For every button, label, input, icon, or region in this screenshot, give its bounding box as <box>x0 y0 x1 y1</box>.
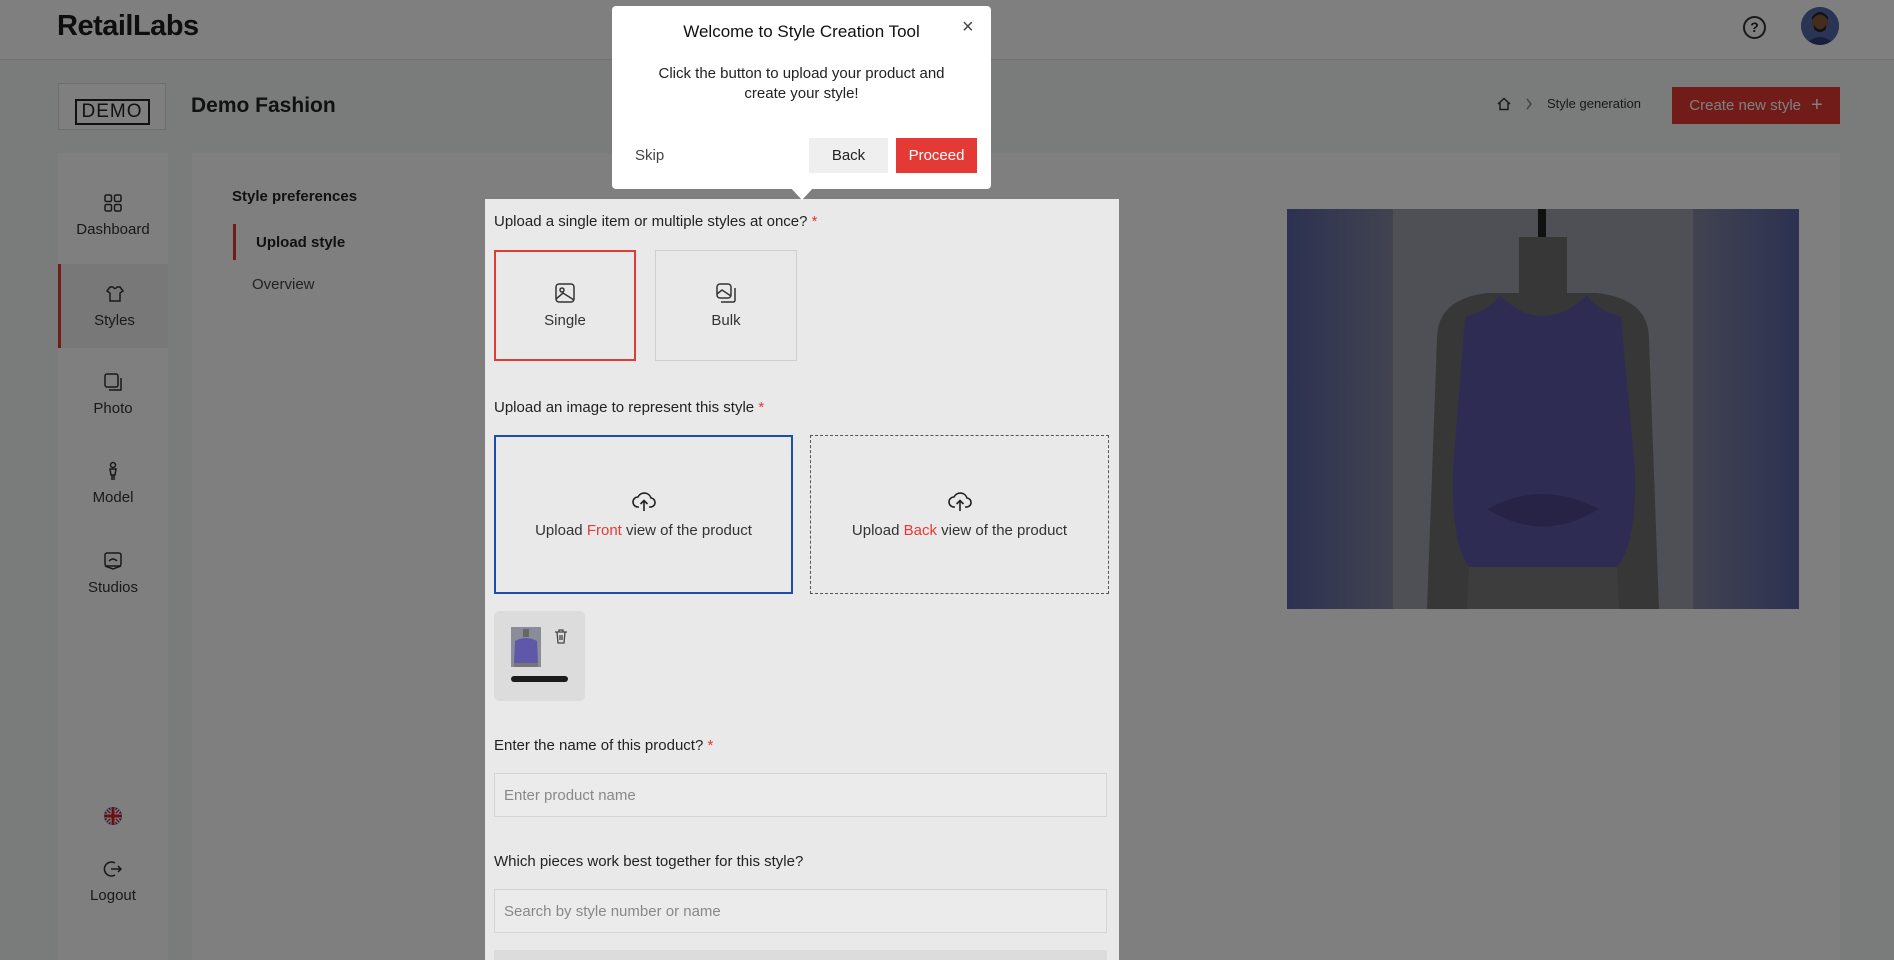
bulk-option-card[interactable]: Bulk <box>655 250 797 361</box>
style-search-input[interactable]: Search by style number or name <box>494 889 1107 933</box>
image-icon <box>555 283 575 303</box>
upload-back-text: Upload Back view of the product <box>852 522 1067 539</box>
question-product-name-text: Enter the name of this product? <box>494 737 704 754</box>
close-icon[interactable]: × <box>962 16 974 39</box>
cloud-upload-icon <box>631 492 656 511</box>
question-upload-type-text: Upload a single item or multiple styles … <box>494 213 808 230</box>
cloud-upload-icon <box>947 492 972 511</box>
single-option-card[interactable]: Single <box>494 250 636 361</box>
product-name-placeholder: Enter product name <box>504 786 636 804</box>
skip-button[interactable]: Skip <box>635 147 664 164</box>
upload-progress-bar <box>511 676 568 682</box>
bulk-images-icon <box>716 283 736 303</box>
required-marker: * <box>758 399 765 416</box>
question-upload-image: Upload an image to represent this style … <box>494 399 764 416</box>
next-field-edge <box>494 950 1107 960</box>
back-button[interactable]: Back <box>809 138 888 173</box>
tooltip-body: Click the button to upload your product … <box>658 65 945 102</box>
upload-suffix: view of the product <box>941 522 1068 539</box>
upload-prefix: Upload <box>535 522 583 539</box>
uploaded-thumbnail-card <box>494 611 585 701</box>
tour-tooltip: Welcome to Style Creation Tool × Click t… <box>612 6 991 189</box>
tooltip-arrow <box>789 186 815 200</box>
product-name-input[interactable]: Enter product name <box>494 773 1107 817</box>
style-search-placeholder: Search by style number or name <box>504 902 721 920</box>
single-option-label: Single <box>544 312 586 329</box>
upload-front-text: Upload Front view of the product <box>535 522 752 539</box>
question-product-name: Enter the name of this product? * <box>494 737 713 754</box>
question-pieces: Which pieces work best together for this… <box>494 853 804 870</box>
trash-icon[interactable] <box>554 629 568 644</box>
required-marker: * <box>707 737 714 754</box>
upload-prefix: Upload <box>851 522 900 539</box>
front-highlight: Front <box>586 522 622 539</box>
back-highlight: Back <box>903 522 937 539</box>
bulk-option-label: Bulk <box>711 312 741 329</box>
question-upload-image-text: Upload an image to represent this style <box>494 399 755 416</box>
required-marker: * <box>811 213 818 230</box>
tooltip-title: Welcome to Style Creation Tool <box>683 22 920 41</box>
uploaded-thumbnail[interactable] <box>511 627 541 667</box>
upload-suffix: view of the product <box>626 522 752 539</box>
upload-back-dropzone[interactable]: Upload Back view of the product <box>810 435 1109 594</box>
upload-front-dropzone[interactable]: Upload Front view of the product <box>494 435 793 594</box>
proceed-button[interactable]: Proceed <box>896 138 977 173</box>
question-upload-type: Upload a single item or multiple styles … <box>494 213 818 230</box>
